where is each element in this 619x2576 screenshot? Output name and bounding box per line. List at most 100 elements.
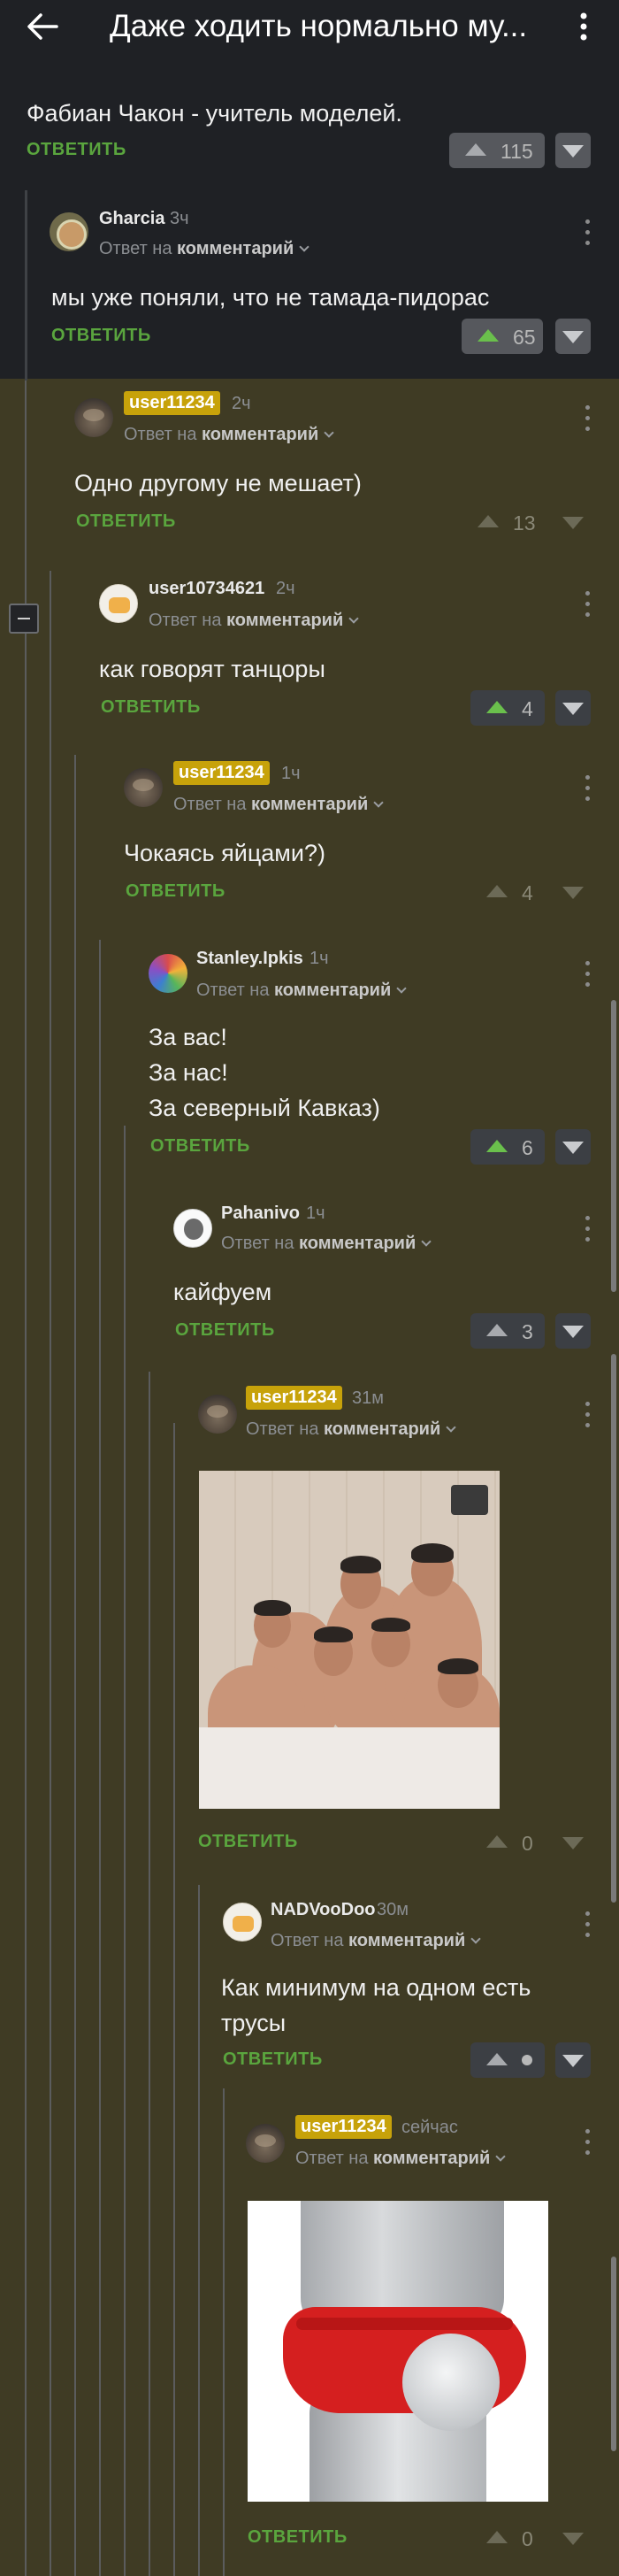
avatar[interactable] [99, 584, 138, 623]
more-vertical-icon[interactable] [578, 219, 596, 246]
downvote-button[interactable] [555, 504, 591, 540]
reply-to[interactable]: Ответ на комментарий [295, 2149, 506, 2169]
downvote-button[interactable] [555, 1129, 591, 1165]
reply-to[interactable]: Ответ на комментарий [221, 1234, 432, 1254]
reply-button[interactable]: ОТВЕТИТЬ [223, 2049, 323, 2070]
reply-to[interactable]: Ответ на комментарий [173, 795, 384, 815]
avatar[interactable] [50, 212, 88, 251]
username[interactable]: user10734621 [149, 579, 264, 599]
avatar[interactable] [246, 2124, 285, 2163]
upvote-button[interactable]: 0 [470, 1825, 545, 1860]
back-arrow-icon[interactable] [25, 11, 60, 42]
reply-to-target[interactable]: комментарий [348, 1931, 465, 1950]
reply-to-prefix: Ответ на [295, 2149, 369, 2168]
reply-to-target[interactable]: комментарий [373, 2149, 490, 2168]
reply-button[interactable]: ОТВЕТИТЬ [248, 2527, 348, 2548]
reply-button[interactable]: ОТВЕТИТЬ [198, 1832, 298, 1852]
chevron-down-icon [299, 242, 310, 252]
reply-to-target[interactable]: комментарий [177, 239, 294, 258]
vote-count: 115 [501, 140, 533, 163]
thread-line [25, 381, 27, 2576]
reply-button[interactable]: ОТВЕТИТЬ [27, 140, 126, 160]
more-vertical-icon[interactable] [573, 11, 594, 42]
avatar[interactable] [198, 1395, 237, 1434]
upvote-button[interactable]: 65 [462, 319, 543, 354]
more-vertical-icon[interactable] [578, 2129, 596, 2156]
downvote-button[interactable] [555, 874, 591, 910]
reply-button[interactable]: ОТВЕТИТЬ [175, 1320, 275, 1341]
reply-to-target[interactable]: комментарий [299, 1234, 416, 1253]
scrollbar[interactable] [611, 1000, 616, 1292]
vote-count: 0 [522, 1832, 533, 1855]
more-vertical-icon[interactable] [578, 775, 596, 802]
timestamp: 1ч [281, 764, 301, 783]
avatar[interactable] [124, 768, 163, 807]
downvote-button[interactable] [555, 319, 591, 354]
more-vertical-icon[interactable] [578, 405, 596, 432]
reply-to[interactable]: Ответ на комментарий [196, 980, 407, 1001]
username-badge[interactable]: user11234 [124, 391, 220, 415]
upvote-button[interactable]: 4 [470, 690, 545, 726]
downvote-button[interactable] [555, 1313, 591, 1349]
timestamp: 30м [377, 1900, 409, 1919]
username[interactable]: NADVooDoo [271, 1900, 376, 1920]
more-vertical-icon[interactable] [578, 1911, 596, 1938]
upvote-button[interactable]: 115 [449, 133, 545, 168]
more-vertical-icon[interactable] [578, 961, 596, 988]
reply-to-target[interactable]: комментарий [251, 795, 368, 814]
upvote-icon [478, 515, 499, 527]
vote-count: 4 [522, 697, 533, 720]
more-vertical-icon[interactable] [578, 1402, 596, 1428]
username[interactable]: Gharcia [99, 209, 164, 229]
upvote-icon [486, 2053, 508, 2065]
avatar[interactable] [149, 954, 187, 993]
avatar[interactable] [223, 1903, 262, 1942]
reply-button[interactable]: ОТВЕТИТЬ [150, 1136, 250, 1157]
username-badge[interactable]: user11234 [295, 2115, 392, 2139]
reply-to[interactable]: Ответ на комментарий [124, 425, 334, 445]
reply-button[interactable]: ОТВЕТИТЬ [126, 881, 225, 902]
scrollbar[interactable] [611, 2257, 616, 2451]
reply-button[interactable]: ОТВЕТИТЬ [101, 697, 201, 718]
timestamp: сейчас [401, 2118, 458, 2137]
reply-to-target[interactable]: комментарий [226, 611, 343, 630]
reply-to-target[interactable]: комментарий [324, 1419, 440, 1439]
downvote-button[interactable] [555, 133, 591, 168]
vote-count-hidden [522, 2055, 532, 2065]
upvote-button[interactable]: 0 [470, 2520, 545, 2556]
username[interactable]: Pahanivo [221, 1203, 300, 1224]
username[interactable]: Stanley.Ipkis [196, 949, 303, 969]
avatar[interactable] [173, 1209, 212, 1248]
reply-to-prefix: Ответ на [196, 980, 270, 1000]
reply-button[interactable]: ОТВЕТИТЬ [51, 326, 151, 346]
collapse-thread-button[interactable] [9, 604, 39, 634]
reply-to-target[interactable]: комментарий [202, 425, 318, 444]
comment-text: кайфуем [173, 1279, 272, 1305]
reply-to-target[interactable]: комментарий [274, 980, 391, 1000]
more-vertical-icon[interactable] [578, 1216, 596, 1242]
vote-count: 4 [522, 881, 533, 904]
scrollbar[interactable] [611, 1354, 616, 1903]
reply-to[interactable]: Ответ на комментарий [99, 239, 310, 259]
upvote-button[interactable]: 13 [462, 504, 543, 540]
reply-to-prefix: Ответ на [271, 1931, 344, 1950]
comment-image[interactable] [199, 1471, 500, 1809]
reply-to[interactable]: Ответ на комментарий [246, 1419, 456, 1440]
comment-image[interactable] [248, 2201, 548, 2502]
downvote-button[interactable] [555, 2042, 591, 2078]
username-badge[interactable]: user11234 [246, 1386, 342, 1410]
downvote-button[interactable] [555, 1825, 591, 1860]
upvote-button[interactable]: 3 [470, 1313, 545, 1349]
more-vertical-icon[interactable] [578, 591, 596, 618]
reply-to[interactable]: Ответ на комментарий [271, 1931, 481, 1951]
reply-to[interactable]: Ответ на комментарий [149, 611, 359, 631]
downvote-button[interactable] [555, 2520, 591, 2556]
upvote-button[interactable]: 4 [470, 874, 545, 910]
comment-text: Чокаясь яйцами?) [124, 840, 325, 866]
upvote-button[interactable] [470, 2042, 545, 2078]
avatar[interactable] [74, 398, 113, 437]
reply-button[interactable]: ОТВЕТИТЬ [76, 511, 176, 532]
username-badge[interactable]: user11234 [173, 761, 270, 785]
upvote-button[interactable]: 6 [470, 1129, 545, 1165]
downvote-button[interactable] [555, 690, 591, 726]
